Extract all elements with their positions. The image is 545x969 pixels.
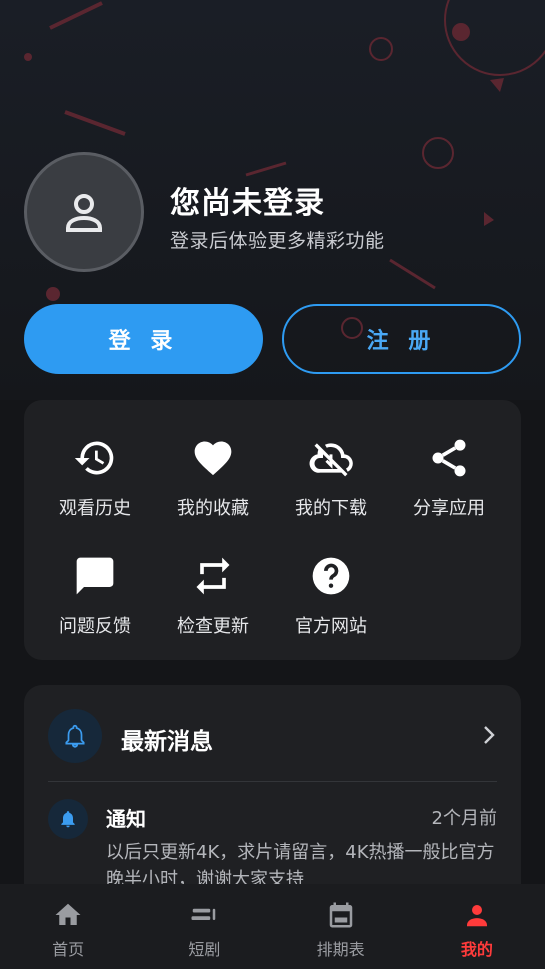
chevron-right-icon xyxy=(484,726,495,744)
person-outline-icon xyxy=(66,194,102,232)
shorts-icon xyxy=(187,898,221,932)
help-icon xyxy=(307,552,355,600)
menu-item-downloads[interactable]: 我的下载 xyxy=(272,426,390,526)
menu-item-label: 观看历史 xyxy=(59,498,131,519)
tab-label: 排期表 xyxy=(316,940,365,959)
download-cloud-icon xyxy=(307,434,355,482)
repeat-icon xyxy=(189,552,237,600)
feature-menu: 观看历史 我的收藏 我的下载 分享应用 问题反馈 检查更新 官方网站 xyxy=(24,400,521,660)
menu-item-favorites[interactable]: 我的收藏 xyxy=(154,426,272,526)
news-header[interactable]: 最新消息 xyxy=(24,685,521,781)
menu-item-label: 问题反馈 xyxy=(59,616,131,637)
tab-shorts[interactable]: 短剧 xyxy=(136,884,272,969)
bell-icon xyxy=(48,709,102,763)
avatar[interactable] xyxy=(24,152,144,272)
login-status-title: 您尚未登录 xyxy=(170,186,325,221)
menu-item-label: 分享应用 xyxy=(413,498,485,519)
calendar-icon xyxy=(324,898,358,932)
tab-label: 首页 xyxy=(52,940,85,959)
tab-mine[interactable]: 我的 xyxy=(409,884,545,969)
menu-item-label: 我的收藏 xyxy=(177,498,249,519)
profile-section: 您尚未登录 登录后体验更多精彩功能 xyxy=(24,152,524,274)
tab-label: 短剧 xyxy=(188,940,221,959)
register-button[interactable]: 注 册 xyxy=(282,304,521,374)
menu-item-label: 我的下载 xyxy=(295,498,367,519)
bell-icon xyxy=(48,799,88,839)
menu-item-check-update[interactable]: 检查更新 xyxy=(154,544,272,644)
notice-time: 2个月前 xyxy=(431,808,497,829)
tab-schedule[interactable]: 排期表 xyxy=(273,884,409,969)
login-status-subtitle: 登录后体验更多精彩功能 xyxy=(170,230,385,252)
login-button[interactable]: 登 录 xyxy=(24,304,263,374)
notice-title: 通知 xyxy=(106,807,146,831)
menu-item-share[interactable]: 分享应用 xyxy=(390,426,508,526)
tab-label: 我的 xyxy=(460,940,493,959)
heart-icon xyxy=(189,434,237,482)
bottom-tab-bar: 首页 短剧 排期表 我的 xyxy=(0,884,545,969)
menu-item-feedback[interactable]: 问题反馈 xyxy=(36,544,154,644)
news-title: 最新消息 xyxy=(121,729,213,755)
menu-item-official-site[interactable]: 官方网站 xyxy=(272,544,390,644)
tab-home[interactable]: 首页 xyxy=(0,884,136,969)
menu-item-history[interactable]: 观看历史 xyxy=(36,426,154,526)
divider xyxy=(48,781,497,782)
feedback-icon xyxy=(71,552,119,600)
menu-item-label: 检查更新 xyxy=(177,616,249,637)
share-icon xyxy=(425,434,473,482)
home-icon xyxy=(51,898,85,932)
menu-item-label: 官方网站 xyxy=(295,616,367,637)
history-icon xyxy=(71,434,119,482)
person-icon xyxy=(460,898,494,932)
